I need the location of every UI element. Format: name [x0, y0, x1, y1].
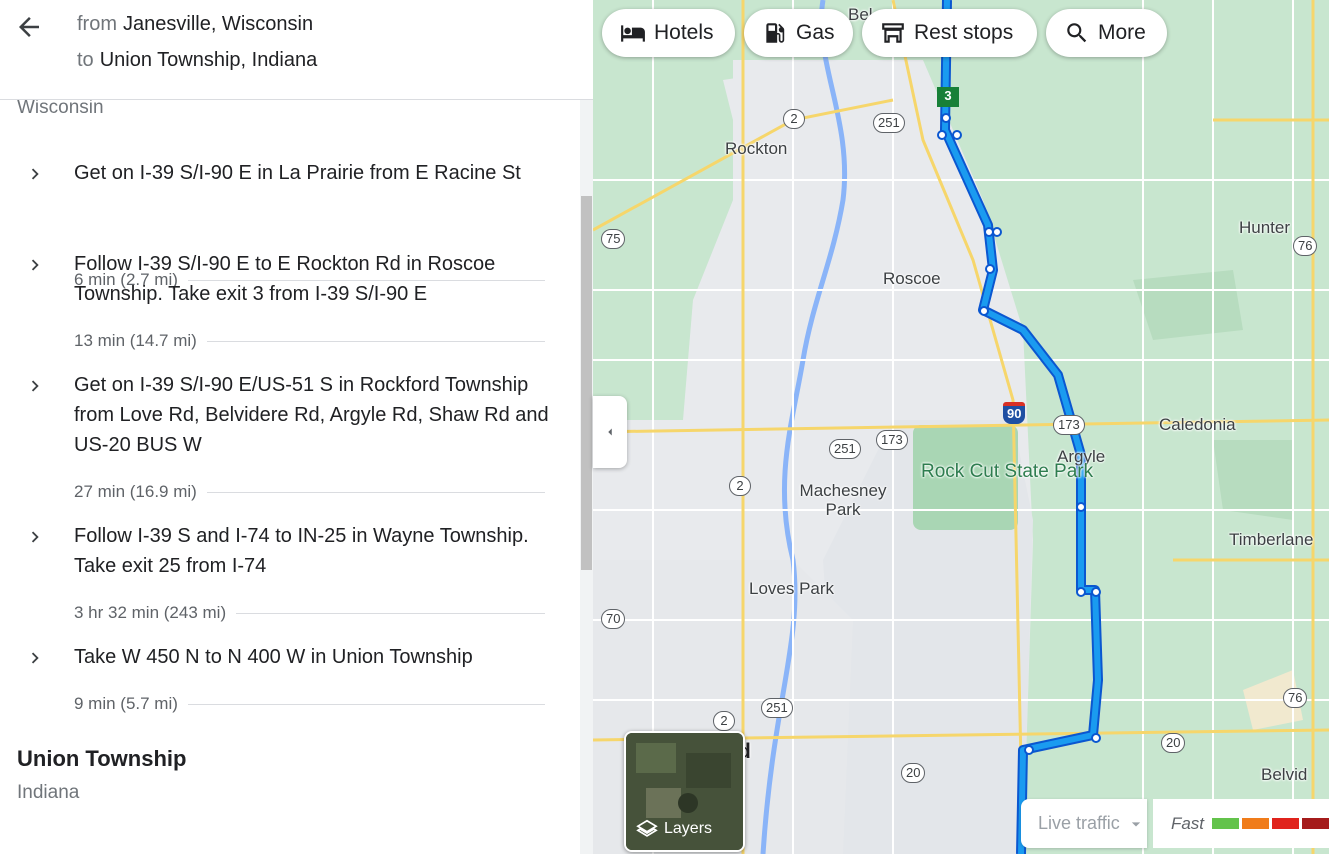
route-shield: 75: [601, 229, 626, 249]
scrollbar-thumb[interactable]: [581, 196, 592, 570]
rest-stop-icon: [882, 23, 904, 43]
hotels-label: Hotels: [654, 21, 714, 44]
step-duration: 27 min (16.9 mi): [74, 482, 197, 501]
divider: [236, 612, 545, 614]
map-label: Rockton: [725, 139, 788, 158]
divider: [187, 703, 545, 705]
steps-list: Wisconsin Get on I-39 S/I-90 E in La Pra…: [0, 100, 580, 854]
destination-subtitle: Indiana: [17, 782, 80, 803]
step-duration: 9 min (5.7 mi): [74, 694, 178, 713]
map-label: Caledonia: [1159, 415, 1236, 434]
route-shield: 173: [876, 430, 908, 450]
step-text: Follow I-39 S/I-90 E to E Rockton Rd in …: [74, 253, 496, 305]
step-text: Get on I-39 S/I-90 E in La Prairie from …: [74, 162, 521, 184]
traffic-color-swatch: [1212, 818, 1239, 829]
search-icon: [1067, 23, 1087, 43]
traffic-color-swatch: [1302, 818, 1329, 829]
traffic-color-bars: [1209, 818, 1329, 829]
route-shield: 90: [1003, 402, 1026, 424]
step-meta: 3 hr 32 min (243 mi): [74, 603, 545, 623]
route-shield: 251: [873, 113, 905, 133]
step-text: Take W 450 N to N 400 W in Union Townshi…: [74, 646, 473, 668]
rest-stops-label: Rest stops: [914, 21, 1014, 44]
destination-title: Union Township: [17, 746, 187, 771]
route-shield: 70: [601, 609, 626, 629]
route-shield: 20: [901, 763, 926, 783]
step-text: Follow I-39 S and I-74 to IN-25 in Wayne…: [74, 525, 529, 577]
map-canvas[interactable]: Rockton Roscoe Hunter Caledonia Argyle R…: [593, 0, 1329, 854]
step-duration: 3 hr 32 min (243 mi): [74, 603, 227, 622]
map-label: Belvid: [1261, 765, 1308, 784]
scrollbar[interactable]: [580, 100, 593, 854]
route-shield: 76: [1283, 688, 1308, 708]
live-traffic-dropdown[interactable]: Live traffic: [1021, 799, 1147, 848]
step-meta: 9 min (5.7 mi): [74, 694, 545, 714]
map-label: Machesney Park: [799, 481, 887, 519]
live-traffic-label: Live traffic: [1038, 813, 1120, 833]
more-label: More: [1098, 21, 1146, 44]
layers-label: Layers: [664, 820, 713, 837]
hotels-chip[interactable]: Hotels: [602, 9, 735, 57]
gas-chip[interactable]: Gas: [744, 9, 853, 57]
chevron-right-icon[interactable]: [24, 647, 46, 669]
route-shield: 2: [729, 476, 751, 496]
directions-panel: from Janesville, Wisconsin to Union Townsh…: [0, 0, 593, 854]
origin-line[interactable]: from Janesville, Wisconsin: [77, 13, 313, 36]
layers-icon: [636, 819, 658, 837]
bed-icon: [621, 25, 645, 42]
to-prefix: to: [77, 49, 94, 71]
step-meta: 13 min (14.7 mi): [74, 331, 545, 351]
traffic-color-swatch: [1272, 818, 1299, 829]
step-text: Get on I-39 S/I-90 E/US-51 S in Rockford…: [74, 374, 549, 456]
traffic-color-swatch: [1242, 818, 1269, 829]
route-shield: 20: [1161, 733, 1186, 753]
traffic-bar: Live traffic Fast: [1021, 799, 1329, 848]
route-shield: 251: [761, 698, 793, 718]
route-shield: 76: [1293, 236, 1318, 256]
destination-text: Union Township, Indiana: [99, 49, 318, 71]
route-shield: 251: [829, 439, 861, 459]
layers-button[interactable]: Layers: [624, 731, 745, 852]
divider: [206, 491, 545, 493]
map-label: Loves Park: [749, 579, 835, 598]
map-label: Timberlane: [1229, 530, 1314, 549]
map-label: Roscoe: [883, 269, 941, 288]
layers-label-wrap: Layers: [636, 818, 712, 840]
rest-stops-chip[interactable]: Rest stops: [862, 9, 1037, 57]
traffic-fast-label: Fast: [1170, 813, 1204, 833]
collapse-panel-button[interactable]: [593, 396, 627, 468]
step-duration: 13 min (14.7 mi): [74, 331, 197, 350]
map-label: Hunter: [1239, 218, 1291, 237]
traffic-legend: Fast: [1152, 799, 1329, 848]
region-label: Wisconsin: [17, 100, 104, 118]
route-shield: 173: [1053, 415, 1085, 435]
back-button[interactable]: [14, 12, 44, 42]
gas-label: Gas: [796, 21, 835, 44]
divider: [206, 340, 545, 342]
directions-header: from Janesville, Wisconsin to Union Townsh…: [0, 0, 593, 100]
destination-line[interactable]: to Union Township, Indiana: [77, 49, 317, 72]
step-meta: 27 min (16.9 mi): [74, 482, 545, 502]
chevron-right-icon[interactable]: [24, 254, 46, 276]
more-chip[interactable]: More: [1046, 9, 1167, 57]
dropdown-arrow-icon: [1131, 821, 1140, 826]
route-shield: 2: [713, 711, 735, 731]
back-arrow-icon: [19, 17, 39, 37]
from-prefix: from: [77, 13, 117, 35]
route-shield: 3: [937, 87, 959, 107]
route-shield: 2: [783, 109, 805, 129]
chevron-right-icon[interactable]: [24, 375, 46, 397]
chevron-right-icon[interactable]: [24, 526, 46, 548]
chevron-right-icon[interactable]: [24, 163, 46, 185]
gas-station-icon: [766, 23, 785, 43]
map-label-park: Rock Cut State Park: [921, 461, 1094, 482]
chevron-left-icon: [608, 428, 612, 436]
origin-text: Janesville, Wisconsin: [123, 13, 314, 35]
